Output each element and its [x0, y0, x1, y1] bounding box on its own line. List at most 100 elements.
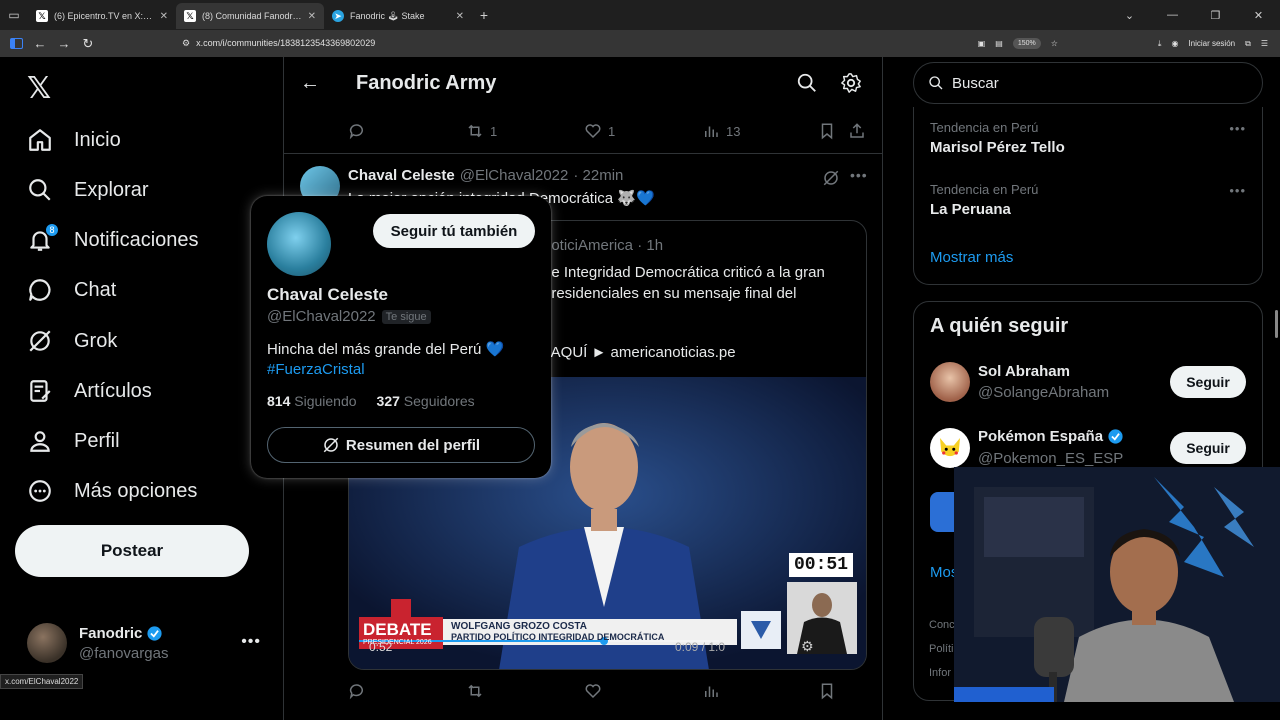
footer-link[interactable]: Conc [929, 619, 955, 631]
browser-tab-3[interactable]: ➤ Fanodric 🕹 Stake ✕ [324, 3, 472, 29]
profile-summary-button[interactable]: Resumen del perfil [267, 427, 535, 463]
install-app-icon[interactable]: ▣ [978, 39, 986, 48]
avatar[interactable] [930, 428, 970, 468]
profile-hover-card: Seguir tú también Chaval Celeste @ElChav… [251, 196, 551, 478]
nav-item-explore[interactable]: Explorar [27, 170, 148, 210]
back-arrow-icon[interactable]: ← [300, 72, 320, 95]
follow-button[interactable]: Seguir [1170, 432, 1246, 464]
suggestion-handle[interactable]: @Pokemon_ES_ESP [978, 450, 1123, 467]
reader-view-icon[interactable]: ▤ [995, 39, 1003, 48]
more-dots-icon[interactable]: ••• [850, 167, 868, 183]
new-tab-button[interactable]: + [472, 7, 496, 23]
close-window-icon[interactable]: ✕ [1237, 0, 1280, 30]
avatar[interactable] [267, 212, 331, 276]
quoted-tweet-link[interactable]: a AQUÍ ► americanoticias.pe [539, 344, 736, 361]
nav-label: Chat [74, 278, 117, 301]
x-favicon-icon: 𝕏 [184, 10, 196, 22]
more-dots-icon[interactable]: ••• [1229, 121, 1246, 136]
site-info-icon[interactable]: ⚙ [182, 38, 190, 49]
download-icon[interactable]: ⤓ [1158, 39, 1162, 49]
back-nav-icon[interactable]: ← [28, 32, 52, 56]
avatar[interactable] [930, 362, 970, 402]
like-action[interactable] [584, 682, 602, 700]
page-scrollbar[interactable] [1275, 310, 1278, 338]
bookmark-action[interactable] [818, 122, 836, 140]
nav-item-notifications[interactable]: 8 Notificaciones [27, 220, 199, 260]
suggestion-handle[interactable]: @SolangeAbraham [978, 384, 1109, 401]
browser-toolbar: ← → ↻ ⚙ x.com/i/communities/183812354336… [0, 30, 1280, 57]
follow-back-button[interactable]: Seguir tú también [373, 214, 535, 248]
follow-button[interactable]: Seguir [1170, 366, 1246, 398]
post-button[interactable]: Postear [15, 525, 249, 577]
retweet-action[interactable] [466, 682, 484, 700]
like-action[interactable]: 1 [584, 122, 615, 140]
tab-close-icon[interactable]: ✕ [456, 11, 464, 22]
browser-tab-2[interactable]: 𝕏 (8) Comunidad Fanodric Army / X ✕ [176, 3, 324, 29]
webcam-overlay [954, 467, 1280, 702]
minimize-icon[interactable]: — [1151, 0, 1194, 30]
tab-close-icon[interactable]: ✕ [160, 11, 168, 22]
reply-action[interactable] [348, 682, 366, 700]
nav-item-home[interactable]: Inicio [27, 120, 121, 160]
tweet-actions [284, 671, 882, 711]
suggestion-name[interactable]: Pokémon España [978, 428, 1103, 445]
suggestion-name[interactable]: Sol Abraham [978, 363, 1070, 380]
footer-link[interactable]: Infor [929, 667, 951, 679]
profile-name[interactable]: Chaval Celeste [267, 285, 388, 305]
nav-item-grok[interactable]: Grok [27, 321, 117, 361]
zoom-level[interactable]: 150% [1012, 38, 1041, 49]
followers-count: 327 [376, 393, 400, 409]
retweet-icon [468, 124, 482, 138]
following-stat[interactable]: 814 Siguiendo [267, 393, 357, 409]
views-action[interactable] [702, 682, 720, 700]
profile-handle[interactable]: @ElChaval2022 [267, 308, 376, 325]
more-dots-icon[interactable]: ••• [241, 633, 261, 651]
reply-action[interactable] [348, 122, 372, 140]
trend-title[interactable]: La Peruana [930, 201, 1011, 218]
menu-icon[interactable]: ☰ [1261, 39, 1268, 48]
sidebar-toggle-icon[interactable] [4, 32, 28, 56]
gear-icon[interactable] [840, 72, 862, 99]
more-dots-icon[interactable]: ••• [1229, 183, 1246, 198]
grok-icon[interactable] [822, 169, 840, 192]
retweet-action[interactable]: 1 [466, 122, 497, 140]
views-action[interactable]: 13 [702, 122, 740, 140]
reload-icon[interactable]: ↻ [76, 32, 100, 56]
views-chart-icon [705, 686, 718, 697]
maximize-icon[interactable]: ❐ [1194, 0, 1237, 30]
bookmark-star-icon[interactable]: ☆ [1051, 39, 1058, 48]
profile-handle-row: @ElChaval2022 Te sigue [267, 308, 431, 325]
show-more-link[interactable]: Mostrar más [930, 249, 1013, 266]
forward-nav-icon[interactable]: → [52, 32, 76, 56]
account-switcher[interactable]: Fanodric @fanovargas ••• [27, 623, 267, 663]
footer-link[interactable]: Políti [929, 643, 953, 655]
address-bar[interactable]: ⚙ x.com/i/communities/183812354336980202… [176, 33, 1056, 53]
tweet-time[interactable]: · 22min [573, 167, 623, 184]
nav-item-profile[interactable]: Perfil [27, 421, 120, 461]
extensions-icon[interactable]: ⧉ [1245, 39, 1251, 49]
search-icon [929, 76, 943, 90]
followers-stat[interactable]: 327 Seguidores [377, 393, 475, 409]
tab-list-icon[interactable]: ▭ [0, 0, 28, 30]
nav-item-chat[interactable]: Chat [27, 270, 116, 310]
trend-title[interactable]: Marisol Pérez Tello [930, 139, 1065, 156]
tab-search-icon[interactable]: ⌄ [1108, 0, 1151, 30]
nav-item-more[interactable]: Más opciones [27, 471, 197, 511]
x-logo-icon[interactable]: 𝕏 [27, 71, 51, 106]
pikachu-icon [940, 438, 960, 457]
tweet-author-name[interactable]: Chaval Celeste [348, 167, 455, 184]
share-action[interactable] [848, 122, 866, 140]
tab-close-icon[interactable]: ✕ [308, 11, 316, 22]
browser-tab-1[interactable]: 𝕏 (6) Epicentro.TV en X: "#Debate ✕ [28, 3, 176, 29]
signin-label[interactable]: Iniciar sesión [1188, 39, 1235, 48]
bookmark-action[interactable] [818, 682, 836, 700]
account-icon[interactable]: ◉ [1171, 39, 1178, 48]
status-url: x.com/ElChaval2022 [0, 674, 84, 689]
tab-title: (6) Epicentro.TV en X: "#Debate [54, 11, 154, 21]
search-icon[interactable] [796, 72, 818, 99]
nav-item-articles[interactable]: Artículos [27, 371, 152, 411]
tweet-author-handle[interactable]: @ElChaval2022 [460, 167, 569, 184]
video-settings-icon[interactable]: ⚙ [801, 638, 814, 655]
bio-hashtag[interactable]: #FuerzaCristal [267, 360, 537, 380]
search-input[interactable]: Buscar [913, 62, 1263, 104]
